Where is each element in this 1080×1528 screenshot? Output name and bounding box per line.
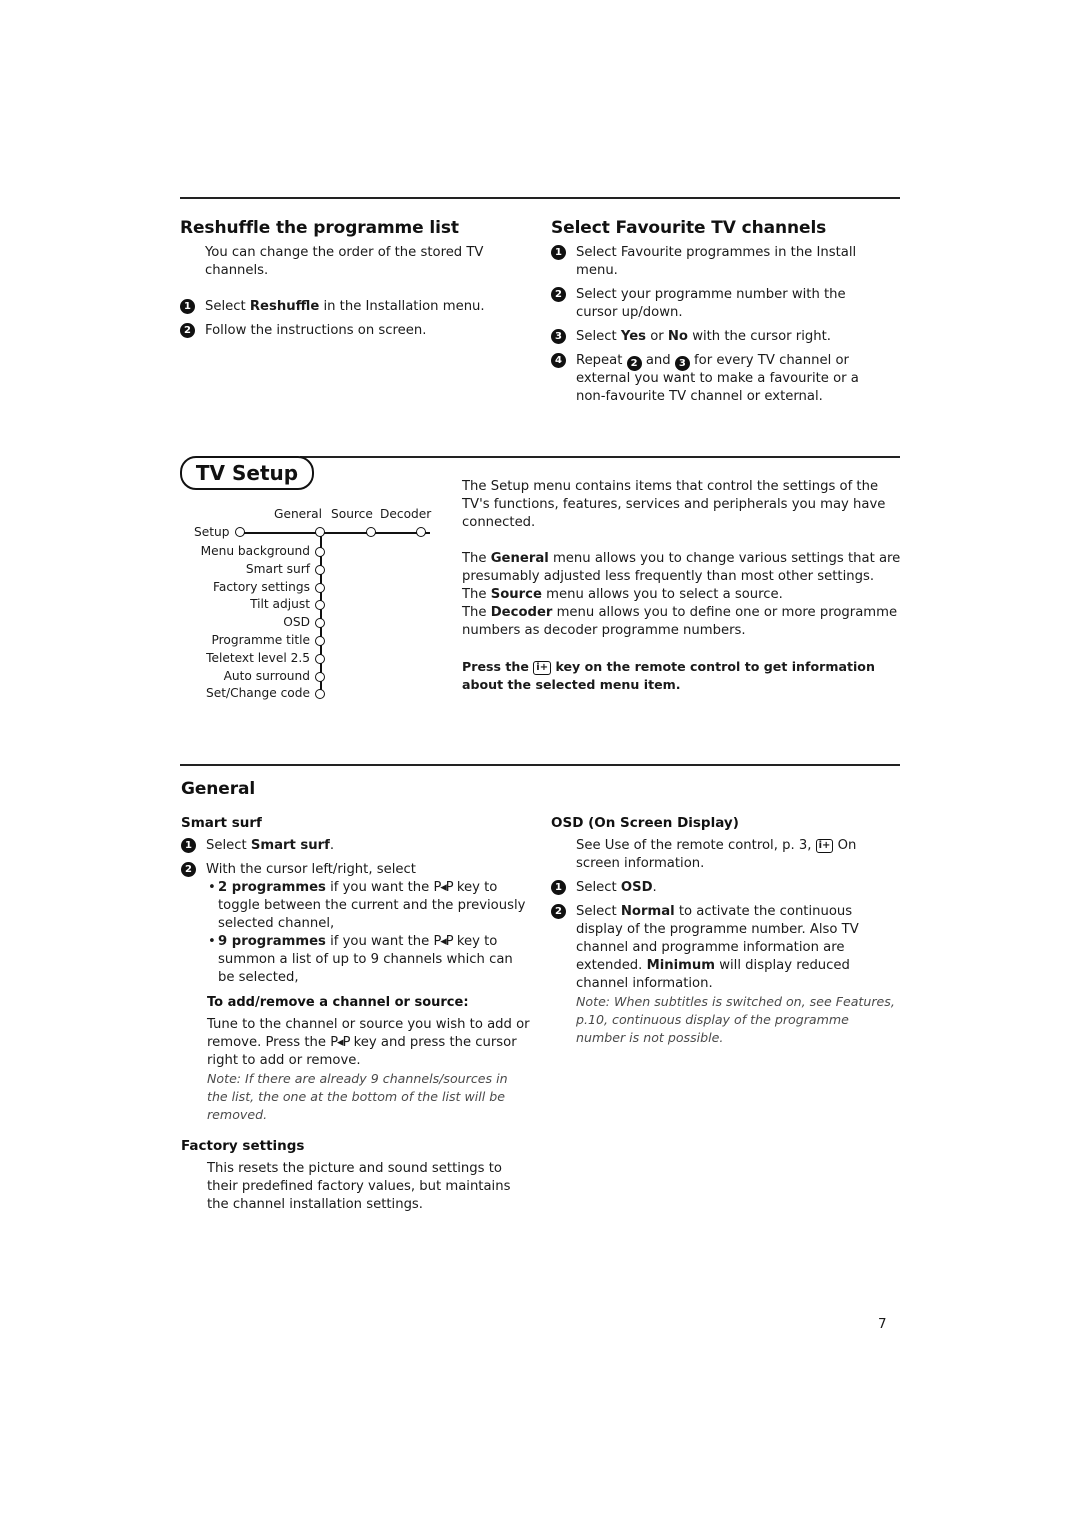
factory-settings-text: This resets the picture and sound settin…: [207, 1161, 511, 1212]
menu-column-source: Source: [331, 507, 373, 521]
osd-title: OSD (On Screen Display): [551, 815, 739, 831]
menu-item-label: Tilt adjust: [250, 597, 310, 612]
osd-step-1: 1 Select OSD.: [551, 879, 896, 897]
step-number-icon: 1: [551, 245, 566, 260]
menu-node: [366, 527, 376, 537]
menu-node: [315, 527, 325, 537]
osd-step-2: 2 Select Normal to activate the continuou…: [551, 903, 876, 993]
step-ref-icon: 2: [626, 356, 642, 371]
smart-surf-section: Smart surf 1 Select Smart surf. 2 With the…: [181, 815, 531, 1214]
menu-node: [315, 618, 325, 629]
setup-para-decoder: The Decoder menu allows you to define on…: [462, 605, 898, 638]
favourite-step-3: 3 Select Yes or No with the cursor right.: [551, 328, 891, 346]
favourite-step-4: 4 Repeat 2 and 3 for every TV channel or …: [551, 352, 876, 406]
menu-item-label: OSD: [283, 615, 310, 630]
p-p-key-icon: P◂P: [433, 934, 453, 949]
smart-surf-step-2: 2With the cursor left/right, select 2 pr…: [181, 861, 531, 987]
section-divider: [180, 764, 900, 766]
add-remove-title: To add/remove a channel or source:: [207, 995, 469, 1010]
menu-node: [315, 582, 325, 593]
menu-item-label: Factory settings: [213, 579, 310, 594]
step-ref-icon: 3: [674, 356, 690, 371]
menu-node: [315, 671, 325, 682]
osd-note: Note: When subtitles is switched on, see…: [576, 994, 895, 1045]
section-divider: [300, 456, 900, 458]
step-number-icon: 2: [180, 323, 195, 338]
add-remove-text: Tune to the channel or source you wish t…: [207, 1017, 530, 1068]
reshuffle-step-2: 2 Follow the instructions on screen.: [180, 322, 520, 340]
step-number-icon: 2: [551, 287, 566, 302]
reshuffle-section: Reshuffle the programme list You can cha…: [180, 218, 520, 340]
add-remove-note: Note: If there are already 9 channels/so…: [207, 1071, 508, 1122]
menu-item-label: Set/Change code: [205, 686, 310, 701]
page-number: 7: [878, 1316, 887, 1332]
setup-para-1: The Setup menu contains items that contr…: [462, 479, 886, 530]
menu-connector-line: [240, 532, 430, 534]
info-key-icon: i+: [815, 839, 834, 853]
setup-info-note: Press the i+ key on the remote control t…: [462, 659, 875, 692]
menu-node: [315, 653, 325, 664]
add-remove-block: To add/remove a channel or source: Tune …: [207, 995, 531, 1124]
p-p-key-icon: P◂P: [330, 1035, 350, 1050]
menu-item-label: Teletext level 2.5: [206, 650, 310, 665]
smart-surf-step-1: 1 Select Smart surf.: [181, 837, 531, 855]
setup-menu-diagram: General Source Decoder Setup Menu backgr…: [180, 500, 440, 710]
menu-column-decoder: Decoder: [380, 507, 432, 521]
smart-surf-title: Smart surf: [181, 815, 262, 831]
smart-surf-option-9: 9 programmes if you want the P◂P key to …: [208, 933, 533, 987]
step-number-icon: 3: [551, 329, 566, 344]
step-number-icon: 1: [181, 838, 196, 853]
menu-node: [315, 564, 325, 575]
step-number-icon: 2: [551, 904, 566, 919]
favourite-step-2: 2 Select your programme number with the c…: [551, 286, 876, 322]
setup-para-general: The General menu allows you to change va…: [462, 551, 901, 584]
menu-node: [315, 636, 325, 646]
menu-node: [416, 527, 426, 537]
p-p-key-icon: P◂P: [433, 880, 453, 895]
menu-node: [315, 547, 325, 557]
info-key-icon: i+: [533, 661, 552, 675]
menu-node: [315, 689, 325, 700]
menu-item-label: Programme title: [211, 633, 311, 647]
step-number-icon: 4: [551, 353, 566, 368]
step-number-icon: 2: [181, 862, 196, 877]
menu-item-label: Smart surf: [245, 561, 310, 576]
smart-surf-option-2: 2 programmes if you want the P◂P key to …: [208, 879, 533, 933]
osd-section: OSD (On Screen Display) See Use of the r…: [551, 815, 896, 1047]
setup-para-source: The Source menu allows you to select a s…: [462, 587, 783, 602]
menu-node: [235, 527, 245, 537]
general-title: General: [181, 779, 256, 799]
menu-node: [315, 600, 325, 611]
reshuffle-step-1: 1 Select Reshuffle in the Installation me…: [180, 298, 520, 316]
favourite-step-1: 1 Select Favourite programmes in the Inst…: [551, 244, 876, 280]
menu-item-label: Menu background: [200, 544, 310, 558]
step-number-icon: 1: [551, 880, 566, 895]
favourite-title: Select Favourite TV channels: [551, 218, 827, 238]
favourite-section: Select Favourite TV channels 1 Select Fav…: [551, 218, 891, 406]
menu-root-setup: Setup: [194, 525, 230, 539]
factory-settings-title: Factory settings: [181, 1138, 305, 1154]
reshuffle-intro: You can change the order of the stored T…: [205, 245, 484, 278]
step-number-icon: 1: [180, 299, 195, 314]
section-divider: [180, 197, 900, 199]
menu-column-general: General: [274, 507, 323, 521]
tv-setup-description: The Setup menu contains items that contr…: [462, 478, 902, 694]
osd-intro: See Use of the remote control, p. 3, i+ …: [576, 838, 857, 871]
menu-item-label: Auto surround: [223, 668, 310, 683]
reshuffle-title: Reshuffle the programme list: [180, 218, 459, 238]
tv-setup-title: TV Setup: [180, 456, 314, 490]
